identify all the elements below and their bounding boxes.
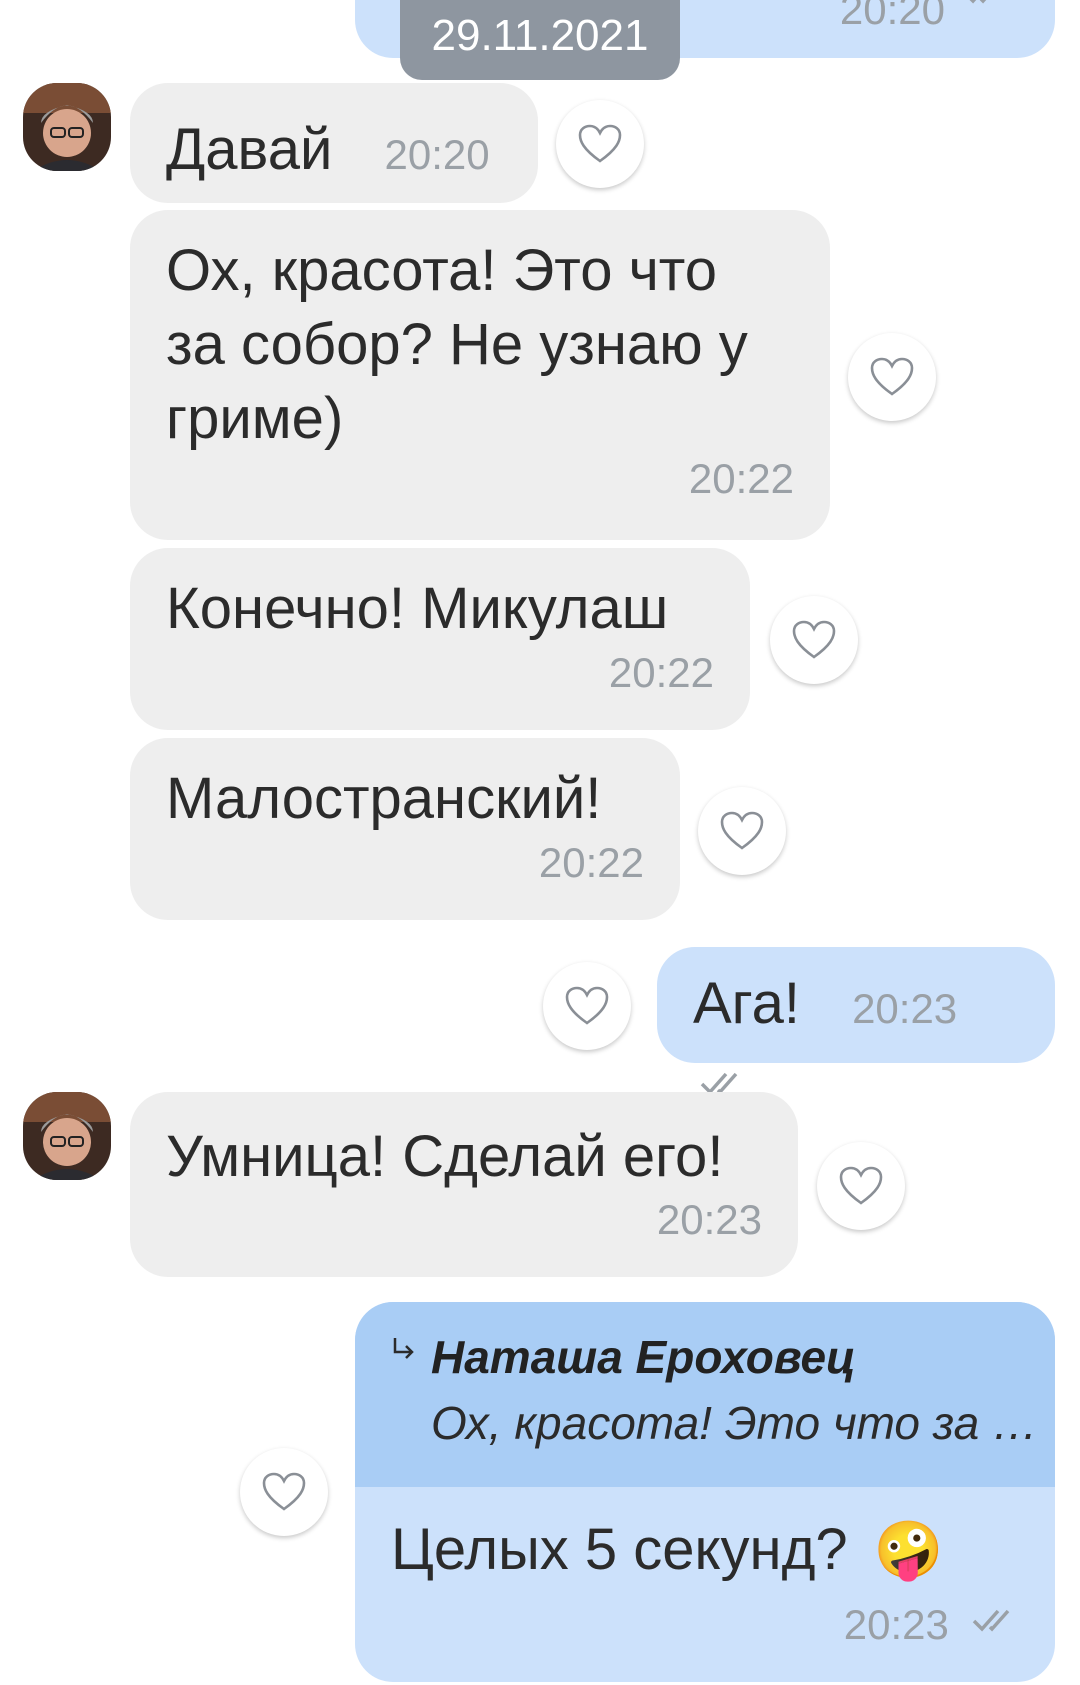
message-time: 20:20 xyxy=(839,0,945,33)
message-text: Ага! xyxy=(693,971,800,1036)
message-time: 20:20 xyxy=(384,131,490,178)
heart-icon xyxy=(578,124,622,163)
date-badge: 29.11.2021 xyxy=(400,0,680,80)
date-badge-text: 29.11.2021 xyxy=(431,11,649,60)
reply-header[interactable]: Наташа Ероховец Ох, красота! Это что за … xyxy=(355,1302,1055,1487)
message-time: 20:22 xyxy=(688,455,794,502)
message-time: 20:23 xyxy=(656,1196,762,1243)
avatar[interactable] xyxy=(23,1092,111,1180)
message-bubble-incoming[interactable]: Умница! Сделай его! 20:23 xyxy=(130,1092,798,1277)
double-check-icon xyxy=(969,0,987,4)
message-text: Целых 5 секунд? xyxy=(391,1517,848,1582)
heart-icon xyxy=(262,1472,306,1511)
message-text-line: за собор? Не узнаю у xyxy=(166,312,748,377)
heart-icon xyxy=(839,1166,883,1205)
emoji-crazy-face: 🤪 xyxy=(873,1518,944,1581)
avatar[interactable] xyxy=(23,83,111,171)
heart-icon xyxy=(565,986,609,1025)
reply-quote: Ох, красота! Это что за … xyxy=(431,1397,1039,1449)
reply-arrow-icon xyxy=(393,1338,414,1359)
like-button[interactable] xyxy=(770,596,858,684)
message-text: Давай xyxy=(166,117,333,182)
heart-icon xyxy=(720,811,764,850)
like-button[interactable] xyxy=(848,333,936,421)
message-bubble-incoming[interactable]: Ох, красота! Это что за собор? Не узнаю … xyxy=(130,210,830,540)
message-bubble-incoming[interactable]: Малостранский! 20:22 xyxy=(130,738,680,920)
message-time: 20:22 xyxy=(538,839,644,886)
like-button[interactable] xyxy=(556,100,644,188)
message-time: 20:23 xyxy=(843,1601,949,1648)
message-bubble-incoming[interactable]: Конечно! Микулаш 20:22 xyxy=(130,548,750,730)
like-button[interactable] xyxy=(817,1142,905,1230)
reply-author: Наташа Ероховец xyxy=(431,1331,856,1383)
message-bubble-outgoing[interactable]: Ага! 20:23 xyxy=(657,947,1055,1095)
message-time: 20:22 xyxy=(608,649,714,696)
like-button[interactable] xyxy=(543,962,631,1050)
like-button[interactable] xyxy=(240,1448,328,1536)
heart-icon xyxy=(870,357,914,396)
message-text-line: Ох, красота! Это что xyxy=(166,238,717,303)
message-bubble-outgoing-reply[interactable]: Наташа Ероховец Ох, красота! Это что за … xyxy=(355,1302,1055,1682)
message-time: 20:23 xyxy=(852,985,958,1032)
double-check-icon xyxy=(972,1609,1010,1632)
message-bubble-incoming[interactable]: Давай 20:20 xyxy=(130,83,538,203)
heart-icon xyxy=(792,620,836,659)
like-button[interactable] xyxy=(698,787,786,875)
